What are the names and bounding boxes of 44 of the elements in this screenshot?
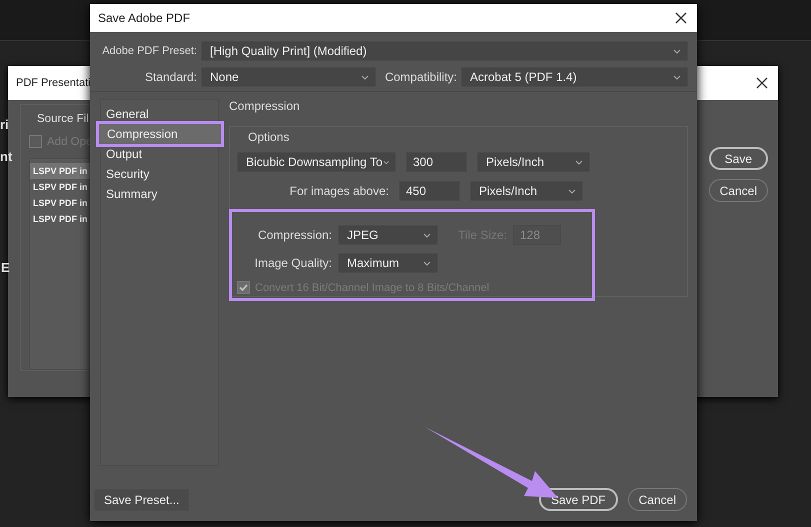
chevron-icon: [423, 232, 431, 238]
field-label: Image Quality:: [254, 256, 332, 270]
save-preset-button[interactable]: Save Preset...: [94, 488, 190, 510]
field-label: Adobe PDF Preset:: [101, 45, 197, 57]
quality-dropdown[interactable]: Maximum: [338, 253, 438, 273]
group-label: Source Fil: [36, 113, 90, 125]
unit-dropdown[interactable]: Pixels/Inch: [470, 181, 583, 201]
background-text: nt: [0, 149, 12, 164]
group-label: Options: [247, 130, 290, 144]
section-item[interactable]: Compression: [99, 124, 221, 144]
save-button[interactable]: Save: [708, 147, 768, 170]
field-label: Compression:: [256, 228, 332, 242]
window-title: Save Adobe PDF: [98, 11, 190, 25]
preset-dropdown[interactable]: [High Quality Print] (Modified): [201, 41, 688, 61]
section-item[interactable]: Security: [102, 164, 217, 184]
chevron-icon: [568, 188, 576, 194]
downsampling-dropdown[interactable]: Bicubic Downsampling To: [237, 152, 396, 172]
section-item[interactable]: Output: [102, 144, 217, 164]
resolution-field[interactable]: 300: [406, 152, 467, 172]
field-label: For images above:: [288, 184, 389, 198]
background-text: ri: [0, 117, 9, 132]
field-label: Compatibility:: [384, 70, 457, 84]
standard-dropdown[interactable]: None: [201, 67, 376, 87]
chevron-icon: [575, 160, 583, 164]
chevron-icon: [423, 260, 431, 266]
save-pdf-button[interactable]: Save PDF: [538, 488, 618, 511]
section-item[interactable]: General: [102, 104, 217, 124]
close-button[interactable]: [673, 10, 689, 26]
chevron-icon: [361, 74, 369, 80]
field-label: Standard:: [144, 70, 197, 84]
section-item[interactable]: Summary: [102, 184, 217, 204]
unit-dropdown[interactable]: Pixels/Inch: [477, 152, 590, 172]
chevron-icon: [673, 48, 681, 54]
window-title: PDF Presentati: [16, 77, 91, 89]
close-button[interactable]: [754, 75, 770, 91]
section-title: Compression: [229, 99, 301, 115]
compression-dropdown[interactable]: JPEG: [338, 225, 438, 245]
chevron-icon: [673, 74, 681, 80]
cancel-button[interactable]: Cancel: [708, 179, 768, 202]
chevron-icon: [382, 160, 389, 164]
resolution-field[interactable]: 450: [399, 181, 460, 201]
cancel-button[interactable]: Cancel: [628, 488, 687, 511]
compatibility-dropdown[interactable]: Acrobat 5 (PDF 1.4): [461, 67, 688, 87]
background-text: E: [1, 260, 10, 275]
